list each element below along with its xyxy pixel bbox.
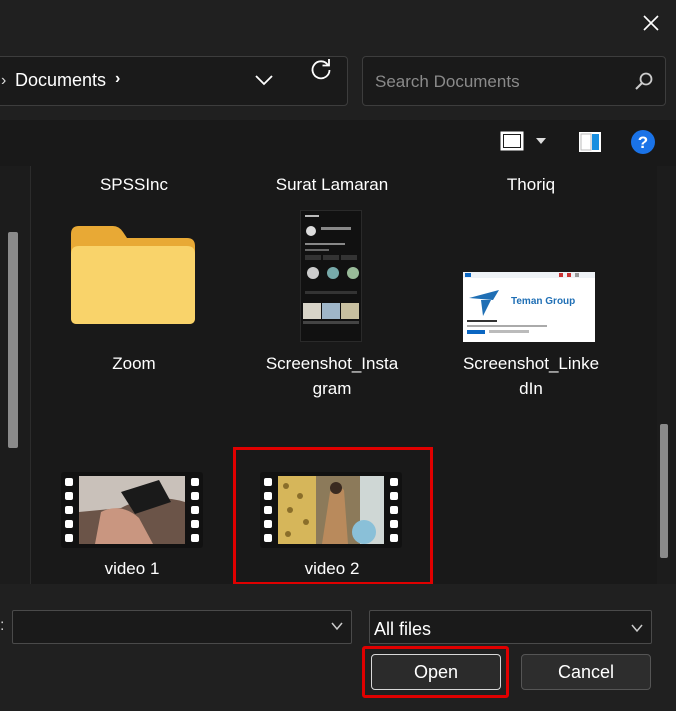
svg-text:?: ? xyxy=(638,133,648,152)
chevron-down-icon[interactable] xyxy=(631,623,643,633)
chevron-down-icon[interactable] xyxy=(331,621,343,631)
filetype-value: All files xyxy=(374,619,432,639)
view-toolbar xyxy=(0,120,676,166)
breadcrumb-separator[interactable]: › xyxy=(115,70,120,88)
video1-thumbnail[interactable] xyxy=(61,472,203,548)
view-dropdown-icon[interactable] xyxy=(536,137,546,145)
folder-zoom-item[interactable] xyxy=(69,224,197,328)
folder-surat-lamaran[interactable]: Surat Lamaran xyxy=(252,172,412,197)
address-bar[interactable]: › Documents › xyxy=(0,56,348,106)
preview-pane-icon[interactable] xyxy=(578,131,602,153)
address-toolbar: › Documents › xyxy=(0,46,676,120)
refresh-icon[interactable] xyxy=(308,56,334,82)
crumb-chevron-icon: › xyxy=(1,72,7,89)
nav-scrollbar-thumb[interactable] xyxy=(8,232,18,448)
instagram-screenshot-preview xyxy=(301,211,361,341)
video-film-icon xyxy=(61,472,203,548)
search-box[interactable] xyxy=(362,56,666,106)
chevron-down-icon[interactable] xyxy=(253,69,275,91)
screenshot-instagram-label[interactable]: Screenshot_Insta gram xyxy=(252,351,412,401)
screenshot-linkedin-label[interactable]: Screenshot_Linke dIn xyxy=(451,351,611,401)
filename-combobox[interactable] xyxy=(12,610,352,644)
folder-thoriq[interactable]: Thoriq xyxy=(451,172,611,197)
open-button[interactable]: Open xyxy=(371,654,501,690)
dialog-footer xyxy=(0,584,676,711)
view-mode-icon[interactable] xyxy=(500,131,524,151)
title-bar xyxy=(0,0,676,46)
folder-spssinc[interactable]: SPSSInc xyxy=(54,172,214,197)
content-scrollbar-thumb[interactable] xyxy=(660,424,668,558)
filetype-select[interactable]: All files xyxy=(369,610,652,644)
linkedin-thumb-company: Teman Group xyxy=(511,296,575,307)
help-icon[interactable]: ? xyxy=(630,129,656,155)
video1-label[interactable]: video 1 xyxy=(52,556,212,581)
screenshot-instagram-thumbnail[interactable] xyxy=(300,210,362,342)
video2-highlight xyxy=(233,447,433,585)
filename-label: : xyxy=(0,617,5,634)
close-icon xyxy=(643,15,659,31)
screenshot-linkedin-thumbnail[interactable]: Teman Group xyxy=(463,272,595,342)
cancel-button[interactable]: Cancel xyxy=(521,654,651,690)
breadcrumb-documents[interactable]: Documents xyxy=(15,70,106,91)
search-input[interactable] xyxy=(373,69,627,95)
folder-zoom-label[interactable]: Zoom xyxy=(54,351,214,376)
folder-icon xyxy=(71,226,195,324)
linkedin-screenshot-preview: Teman Group xyxy=(463,272,595,334)
search-icon[interactable] xyxy=(633,70,655,92)
close-button[interactable] xyxy=(636,8,666,38)
